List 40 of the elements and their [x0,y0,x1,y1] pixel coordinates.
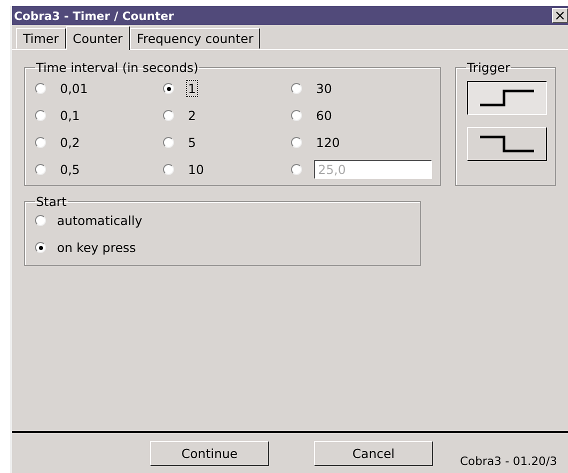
falling-edge-icon [478,133,536,155]
radio-button[interactable] [163,110,174,121]
tab[interactable]: Counter [66,26,130,50]
option-label: 120 [315,134,341,151]
group-title: Time interval (in seconds) [35,60,200,75]
radio-button[interactable] [35,164,46,175]
radio-button[interactable] [35,110,46,121]
option-label: automatically [56,212,144,229]
option-label: 0,2 [59,134,81,151]
tab[interactable]: Timer [16,28,66,49]
option-label: 60 [315,107,333,124]
radio-button[interactable] [35,242,46,253]
option-label: 2 [187,107,197,124]
radio-button[interactable] [35,137,46,148]
radio-button[interactable] [291,137,302,148]
group-title: Trigger [466,60,512,75]
radio-button[interactable] [291,110,302,121]
dialog-button[interactable]: Cancel [314,440,433,466]
trigger-button[interactable] [466,81,546,115]
option-label: 30 [315,80,333,97]
option-label: 0,1 [59,107,81,124]
radio-button[interactable] [35,83,46,94]
radio-button[interactable] [291,83,302,94]
option-label: 0,01 [59,80,89,97]
option-label: 10 [187,161,205,178]
rising-edge-icon [478,87,536,109]
radio-button[interactable] [163,83,174,94]
tab[interactable]: Frequency counter [130,28,260,49]
dialog-button[interactable]: Continue [150,440,269,466]
radio-button[interactable] [163,164,174,175]
version-label: Cobra3 - 01.20/3 [460,454,558,468]
option-label: on key press [56,239,137,256]
group-title: Start [35,194,68,209]
option-label: 5 [187,134,197,151]
option-label: 1 [186,80,198,97]
radio-button[interactable] [35,215,46,226]
option-label: 0,5 [59,161,81,178]
radio-button[interactable] [163,137,174,148]
window-title: Cobra3 - Timer / Counter [14,8,174,22]
close-button[interactable]: × [552,8,568,23]
